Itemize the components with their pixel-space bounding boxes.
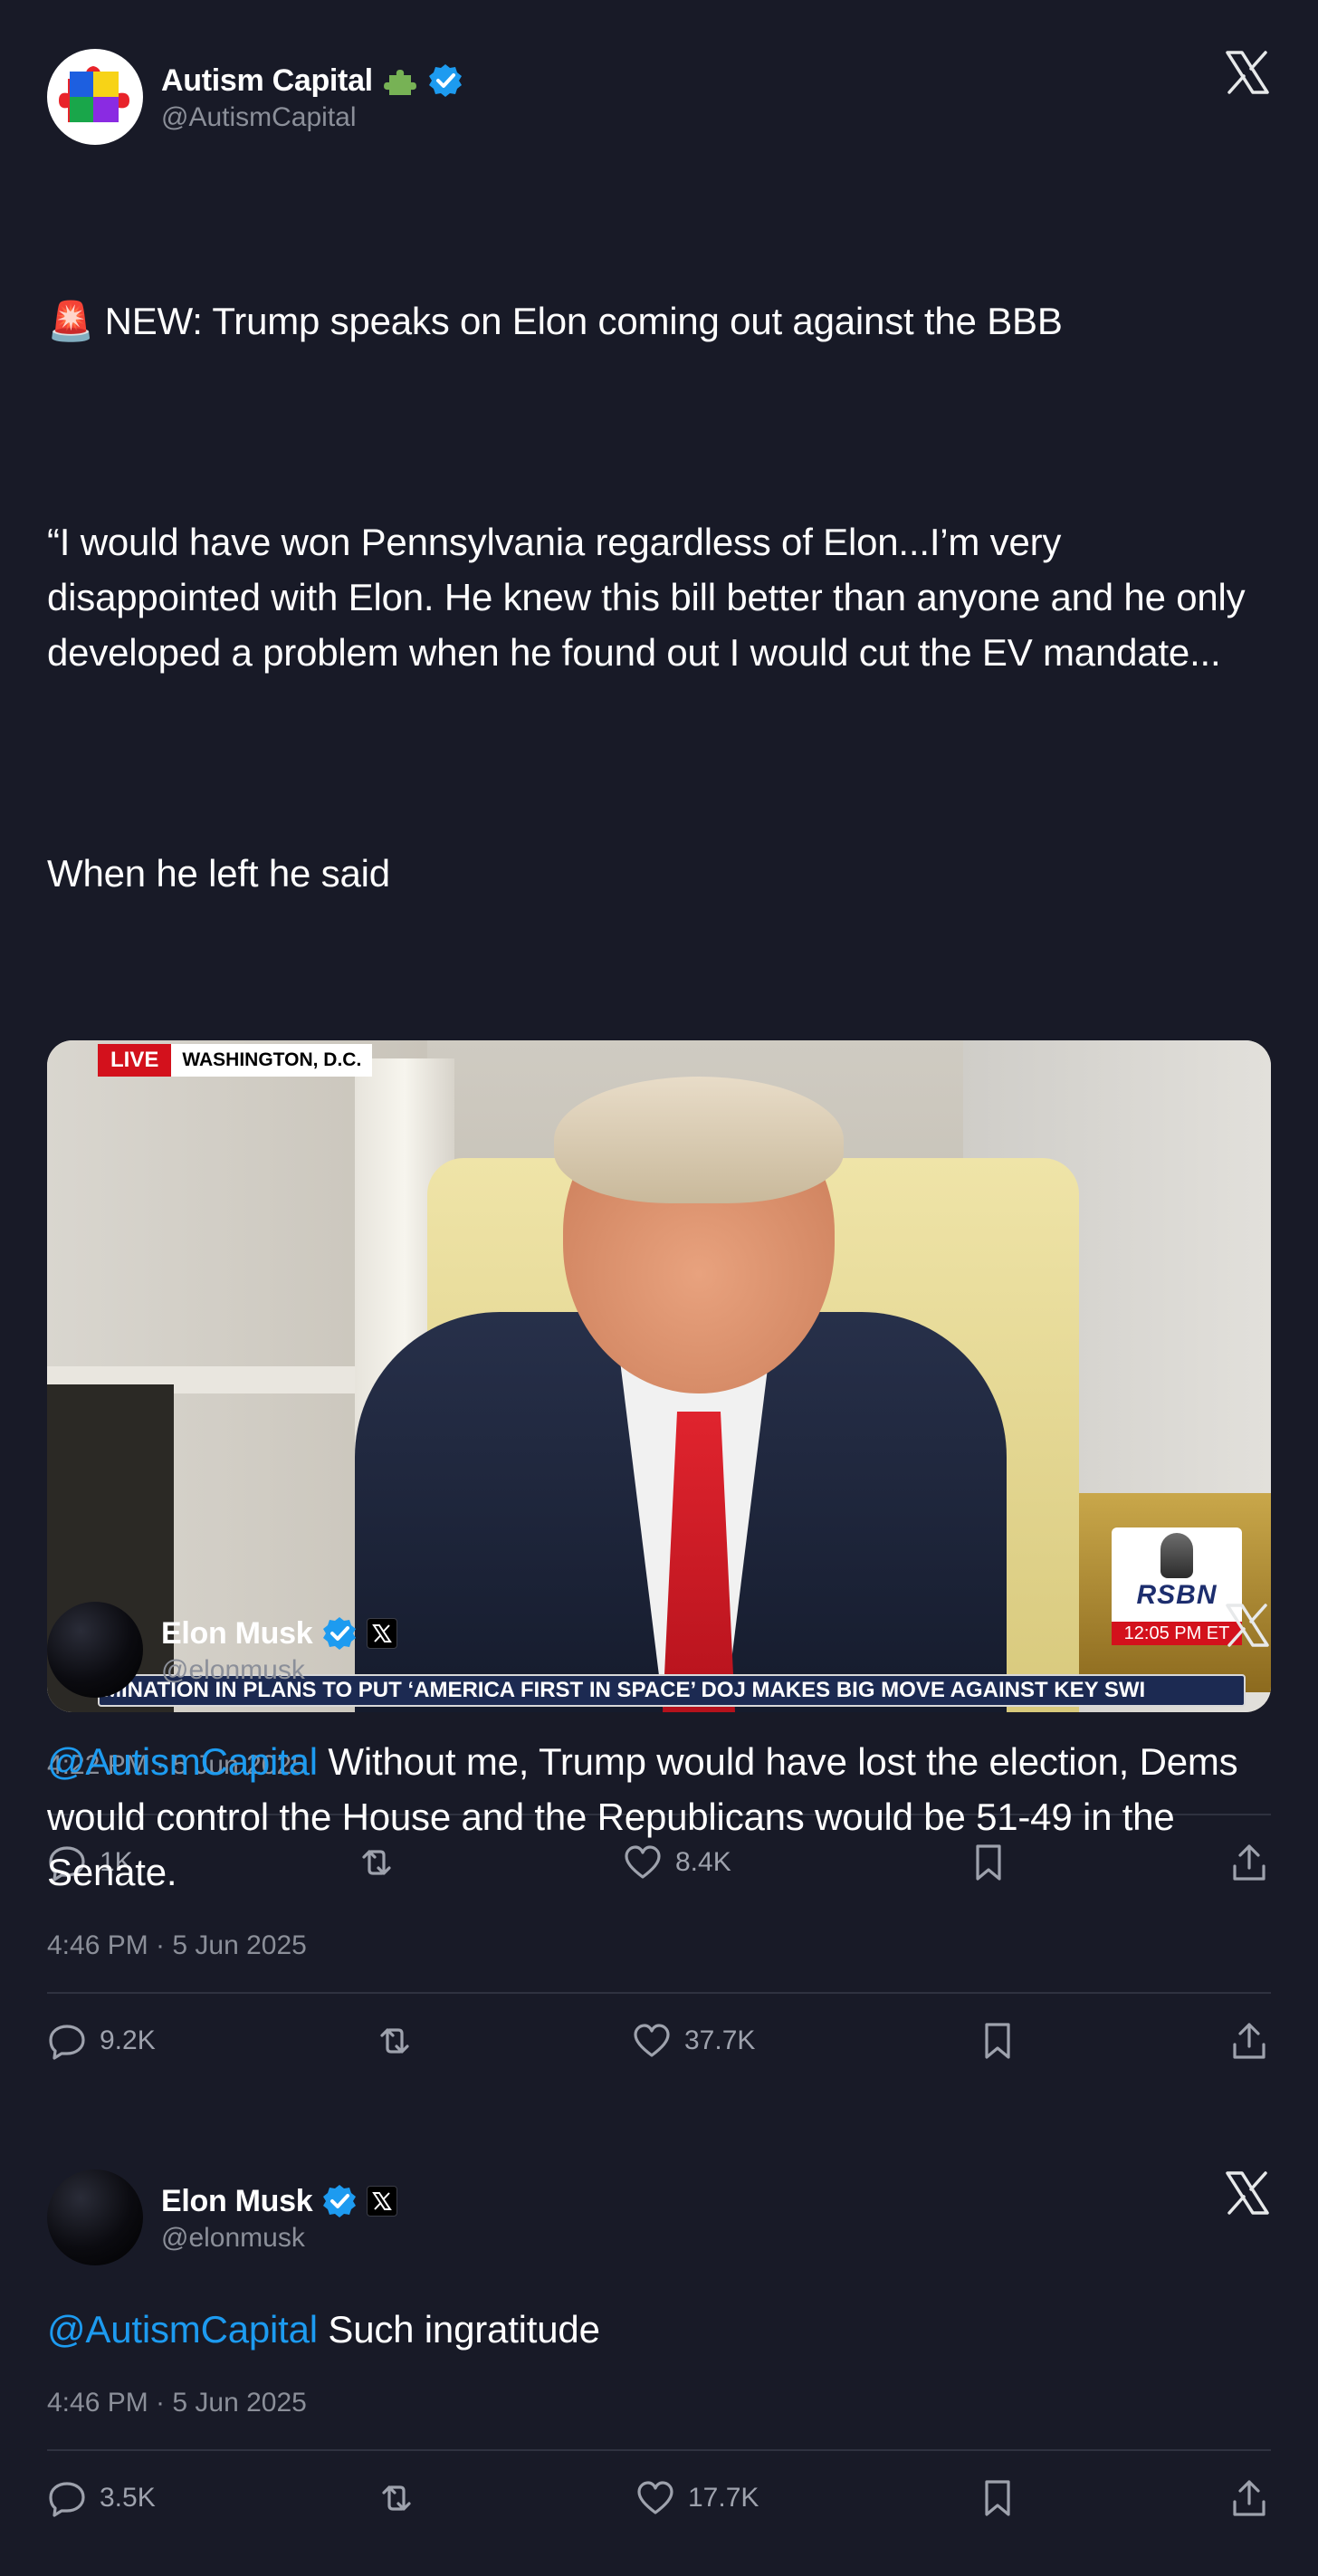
tweet-timestamp[interactable]: 4:46 PM · 5 Jun 2025 — [47, 1930, 1271, 1961]
tweet-header: Autism Capital @AutismCapital — [47, 49, 1271, 145]
reply-button[interactable]: 3.5K — [47, 2451, 156, 2545]
bookmark-button[interactable] — [978, 1994, 1017, 2088]
heart-icon — [637, 2481, 673, 2514]
person-hair — [554, 1077, 844, 1203]
tweet-header: Elon Musk @elonmusk — [47, 2169, 1271, 2265]
retweet-icon — [382, 2485, 411, 2511]
puzzle-avatar-icon — [50, 52, 140, 142]
tweet-elon-musk-2[interactable]: Elon Musk @elonmusk @AutismCapital Such … — [47, 2169, 1271, 2545]
live-label: LIVE — [98, 1044, 172, 1077]
tweet-feed: Autism Capital @AutismCapital 🚨 NEW: Tru… — [0, 0, 1318, 2576]
verified-badge-icon — [323, 1617, 357, 1650]
avatar[interactable] — [47, 2169, 143, 2265]
name-row: Autism Capital — [161, 61, 463, 101]
heart-icon — [634, 2024, 670, 2057]
retweet-button[interactable] — [375, 1994, 427, 2088]
reply-icon — [49, 2482, 85, 2517]
avatar[interactable] — [47, 1602, 143, 1698]
tweet-elon-musk-1[interactable]: Elon Musk @elonmusk @AutismCapital Witho… — [47, 1602, 1271, 2088]
author-name[interactable]: Elon Musk — [161, 2184, 313, 2219]
puzzle-piece-icon — [383, 70, 416, 95]
live-banner: LIVE WASHINGTON, D.C. — [98, 1044, 373, 1077]
x-logo-icon[interactable] — [1224, 49, 1271, 96]
x-affiliate-badge-icon — [367, 2186, 398, 2217]
tweet-line-quote: “I would have won Pennsylvania regardles… — [47, 521, 1256, 674]
bookmark-icon — [985, 2480, 1010, 2516]
mention-link[interactable]: @AutismCapital — [47, 2308, 318, 2351]
share-icon — [1233, 2480, 1265, 2516]
share-button[interactable] — [1229, 1994, 1269, 2088]
action-bar: 3.5K 17.7K — [47, 2451, 1271, 2545]
tweet-header: Elon Musk @elonmusk — [47, 1602, 1271, 1698]
location-label: WASHINGTON, D.C. — [182, 1049, 362, 1070]
like-button[interactable]: 37.7K — [632, 1994, 755, 2088]
retweet-icon — [380, 2028, 409, 2054]
tweet-line-headline: 🚨 NEW: Trump speaks on Elon coming out a… — [47, 293, 1271, 349]
reply-button[interactable]: 9.2K — [47, 1994, 156, 2088]
avatar[interactable] — [47, 49, 143, 145]
mention-link[interactable]: @AutismCapital — [47, 1740, 318, 1783]
author-block: Elon Musk @elonmusk — [161, 2181, 398, 2254]
reply-icon — [49, 2025, 85, 2060]
tweet-text: 🚨 NEW: Trump speaks on Elon coming out a… — [47, 183, 1271, 1011]
microphone-icon — [1160, 1533, 1193, 1578]
tweet-text: @AutismCapital Such ingratitude — [47, 2302, 1271, 2357]
like-button[interactable]: 17.7K — [635, 2451, 759, 2545]
author-name[interactable]: Autism Capital — [161, 63, 373, 99]
x-affiliate-badge-icon — [367, 1618, 398, 1649]
like-count: 37.7K — [684, 2025, 756, 2055]
name-row: Elon Musk — [161, 1614, 398, 1653]
x-logo-icon[interactable] — [1224, 1602, 1271, 1649]
reply-count: 3.5K — [100, 2483, 156, 2513]
tweet-text: @AutismCapital Without me, Trump would h… — [47, 1734, 1271, 1900]
tweet-body: Such ingratitude — [317, 2308, 600, 2351]
verified-badge-icon — [428, 64, 462, 97]
verified-badge-icon — [323, 2185, 357, 2217]
tweet-line-closing: When he left he said — [47, 852, 390, 895]
siren-emoji: 🚨 — [47, 300, 95, 342]
retweet-button[interactable] — [377, 2451, 429, 2545]
headline-text: NEW: Trump speaks on Elon coming out aga… — [104, 300, 1063, 342]
author-handle[interactable]: @elonmusk — [161, 1655, 397, 1686]
bookmark-button[interactable] — [978, 2451, 1017, 2545]
bookmark-icon — [985, 2023, 1010, 2059]
author-handle[interactable]: @elonmusk — [161, 2223, 397, 2254]
author-name[interactable]: Elon Musk — [161, 1616, 313, 1652]
author-block: Elon Musk @elonmusk — [161, 1614, 398, 1686]
share-button[interactable] — [1229, 2451, 1269, 2545]
author-handle[interactable]: @AutismCapital — [161, 102, 463, 133]
share-icon — [1233, 2023, 1265, 2059]
like-count: 17.7K — [688, 2483, 759, 2513]
x-logo-icon[interactable] — [1224, 2169, 1271, 2217]
action-bar: 9.2K 37.7K — [47, 1994, 1271, 2088]
reply-count: 9.2K — [100, 2025, 156, 2055]
name-row: Elon Musk — [161, 2181, 398, 2221]
author-block: Autism Capital @AutismCapital — [161, 61, 463, 133]
tweet-timestamp[interactable]: 4:46 PM · 5 Jun 2025 — [47, 2388, 1271, 2418]
